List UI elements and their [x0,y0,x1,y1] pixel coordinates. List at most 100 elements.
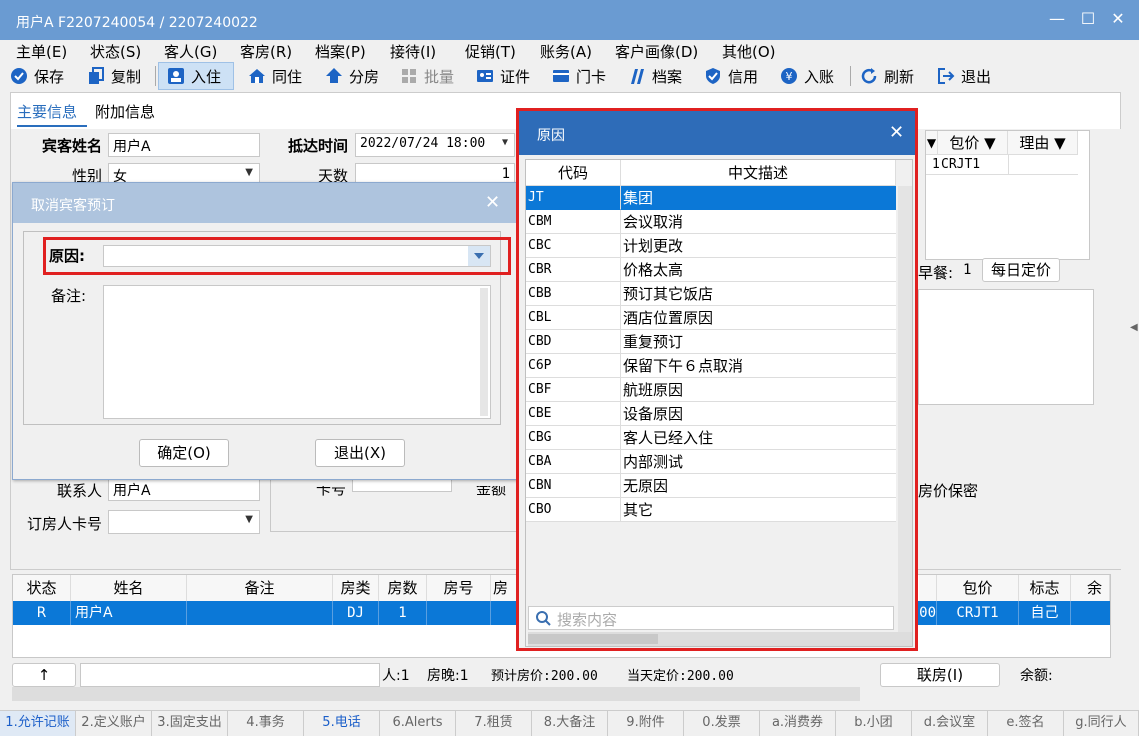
reason-row[interactable]: CBM 会议取消 [526,210,896,234]
menu-other[interactable]: 其他(O) [722,41,776,62]
remark-label: 备注: [51,287,87,305]
dropdown-arrow-icon[interactable] [468,246,490,266]
reason-row[interactable]: JT 集团 [526,186,896,210]
close-window-button[interactable]: ✕ [1107,8,1129,30]
certificate-button[interactable]: 证件 [476,62,530,90]
reason-row[interactable]: CBE 设备原因 [526,402,896,426]
post-button[interactable]: ¥ 入账 [780,62,834,90]
maximize-button[interactable]: ☐ [1077,8,1099,30]
dialog-exit-button[interactable]: 退出(X) [315,439,405,467]
remark-textarea[interactable] [103,285,491,419]
tab-define-account[interactable]: 2.定义账户 [76,711,152,736]
guest-name-field[interactable]: 用户A [108,133,260,157]
reason-row[interactable]: C6P 保留下午６点取消 [526,354,896,378]
reason-row[interactable]: CBA 内部测试 [526,450,896,474]
tab-voucher[interactable]: a.消费券 [760,711,836,736]
tab-alerts[interactable]: 6.Alerts [380,711,456,736]
list-header-room-clipped[interactable]: 房 [491,575,517,601]
list-header-rooms[interactable]: 房数 [379,575,427,601]
rate-row[interactable]: 1 CRJT1 [926,155,1078,175]
rate-secret-label[interactable]: 房价保密 [918,480,978,501]
share-room-button[interactable]: 同住 [248,62,302,90]
reason-row[interactable]: CBB 预订其它饭店 [526,282,896,306]
reason-row[interactable]: CBN 无原因 [526,474,896,498]
list-header-flag[interactable]: 标志 [1019,575,1071,601]
tab-fixed-expense[interactable]: 3.固定支出 [152,711,228,736]
reason-row[interactable]: CBD 重复预订 [526,330,896,354]
link-room-button[interactable]: 联房(I) [880,663,1000,687]
up-button[interactable]: ↑ [12,663,76,687]
tab-main-info[interactable]: 主要信息 [17,101,77,122]
tab-rental[interactable]: 7.租赁 [456,711,532,736]
menu-customer-portrait[interactable]: 客户画像(D) [615,41,698,62]
reason-row[interactable]: CBG 客人已经入住 [526,426,896,450]
contact-field[interactable]: 用户A [108,477,260,501]
collapse-arrow-icon[interactable]: ◀ [1130,322,1138,333]
list-header-balance[interactable]: 余额 [1071,575,1110,601]
split-room-button[interactable]: 分房 [325,62,379,90]
scroll-thumb[interactable] [528,634,658,644]
reason-row[interactable]: CBO 其它 [526,498,896,522]
exit-button[interactable]: 退出 [937,62,991,90]
close-icon[interactable]: ✕ [485,192,500,213]
booker-card-select[interactable]: ▼ [108,510,260,534]
menu-accounts[interactable]: 账务(A) [540,41,592,62]
credit-button[interactable]: 信用 [704,62,758,90]
column-header-desc[interactable]: 中文描述 [621,160,896,186]
tab-extra-info[interactable]: 附加信息 [95,101,155,122]
daily-rate-button[interactable]: 每日定价 [982,258,1060,282]
rate-grid-sort-icon[interactable]: ▼ [926,131,938,155]
menu-promotion[interactable]: 促销(T) [465,41,516,62]
menu-profile[interactable]: 档案(P) [315,41,366,62]
tab-attachment[interactable]: 9.附件 [608,711,684,736]
tab-affairs[interactable]: 4.事务 [228,711,304,736]
tab-phone[interactable]: 5.电话 [304,711,380,736]
vertical-scrollbar[interactable] [898,186,912,632]
reason-row[interactable]: CBC 计划更改 [526,234,896,258]
door-card-button[interactable]: 门卡 [552,62,606,90]
menu-main[interactable]: 主单(E) [16,41,67,62]
horizontal-scrollbar[interactable] [528,632,912,646]
rate-header-reason[interactable]: 理由 ▼ [1008,131,1078,155]
refresh-button[interactable]: 刷新 [860,62,914,90]
list-header-package[interactable]: 包价 [937,575,1019,601]
save-button[interactable]: 保存 [10,62,64,90]
batch-button[interactable]: 批量 [400,62,454,90]
profile-button[interactable]: 档案 [628,62,682,90]
tab-companions[interactable]: g.同行人 [1064,711,1139,736]
column-header-code[interactable]: 代码 [526,160,621,186]
rate-header-package[interactable]: 包价 ▼ [938,131,1008,155]
tab-signature[interactable]: e.签名 [988,711,1064,736]
search-placeholder: 搜索内容 [557,611,618,629]
list-header-name[interactable]: 姓名 [71,575,187,601]
list-header-room-type[interactable]: 房类 [333,575,379,601]
reason-row[interactable]: CBR 价格太高 [526,258,896,282]
list-header-remark[interactable]: 备注 [187,575,333,601]
list-header-room-no[interactable]: 房号 [427,575,491,601]
remark-scrollbar[interactable] [480,288,488,416]
menu-room[interactable]: 客房(R) [240,41,292,62]
ok-button[interactable]: 确定(O) [139,439,229,467]
tab-allow-charge[interactable]: 1.允许记账 [0,711,76,736]
reason-row[interactable]: CBF 航班原因 [526,378,896,402]
reason-select[interactable] [103,245,491,267]
remarks-area-right[interactable] [918,289,1094,405]
arrival-field[interactable]: 2022/07/24 18:00 ▼ [355,133,515,157]
tab-big-remark[interactable]: 8.大备注 [532,711,608,736]
reason-row[interactable]: CBL 酒店位置原因 [526,306,896,330]
status-input[interactable] [80,663,380,687]
checkin-button[interactable]: 入住 [158,62,234,90]
tab-invoice[interactable]: 0.发票 [684,711,760,736]
close-icon[interactable]: ✕ [889,122,904,143]
list-header-rate-clipped[interactable] [919,575,937,601]
minimize-button[interactable]: — [1046,8,1068,30]
list-header-status[interactable]: 状态 [13,575,71,601]
menu-status[interactable]: 状态(S) [90,41,141,62]
horizontal-scrollbar[interactable] [12,687,860,701]
search-input[interactable]: 搜索内容 [528,606,894,630]
tab-meeting-room[interactable]: d.会议室 [912,711,988,736]
tab-small-group[interactable]: b.小团 [836,711,912,736]
copy-button[interactable]: 复制 [87,62,141,90]
menu-guest[interactable]: 客人(G) [164,41,217,62]
menu-reception[interactable]: 接待(I) [390,41,436,62]
